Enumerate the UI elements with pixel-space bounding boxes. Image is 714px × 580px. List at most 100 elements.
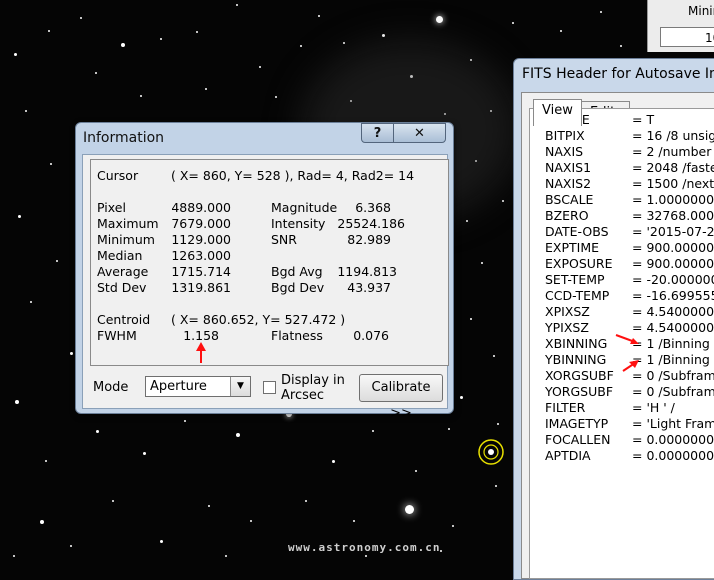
star: [56, 260, 58, 262]
star: [250, 520, 252, 522]
star: [620, 45, 622, 47]
std-dev-label: Std Dev: [97, 280, 147, 295]
fits-key: BITPIX: [545, 128, 585, 143]
star: [332, 460, 335, 463]
fits-key: XORGSUBF: [545, 368, 614, 383]
star: [160, 38, 162, 40]
fits-value: = 1500 /next: [632, 176, 714, 191]
star: [600, 11, 602, 13]
star: [365, 555, 367, 557]
fits-value: = 4.54000000: [632, 304, 714, 319]
star: [405, 505, 414, 514]
fits-value: = 4.54000000: [632, 320, 714, 335]
minimum-label: Minir: [688, 4, 714, 18]
fits-key: NAXIS2: [545, 176, 592, 191]
star: [48, 30, 50, 32]
star: [382, 34, 385, 37]
fits-key: YPIXSZ: [545, 320, 589, 335]
star: [495, 485, 497, 487]
star: [343, 42, 345, 44]
star: [80, 17, 82, 19]
close-button[interactable]: ✕: [393, 123, 446, 143]
star: [121, 43, 125, 47]
fits-value: = 900.000000: [632, 240, 714, 255]
close-icon: ✕: [414, 126, 425, 141]
flatness-value: 0.076: [353, 328, 389, 343]
star: [353, 520, 355, 522]
fits-window-title: FITS Header for Autosave Ima: [522, 66, 714, 82]
star: [140, 95, 142, 97]
star: [208, 505, 210, 507]
intensity-label: Intensity: [271, 216, 326, 231]
help-button[interactable]: ?: [361, 123, 394, 143]
fits-value: = 0.00000000: [632, 432, 714, 447]
star: [13, 555, 15, 557]
star: [45, 460, 47, 462]
star: [436, 16, 443, 23]
fits-key: NAXIS: [545, 144, 584, 159]
median-label: Median: [97, 248, 143, 263]
star: [300, 45, 302, 47]
snr-value: 82.989: [347, 232, 391, 247]
star: [25, 110, 27, 112]
star: [512, 22, 514, 24]
star: [372, 430, 374, 432]
star: [196, 31, 198, 33]
star: [470, 318, 472, 320]
average-label: Average: [97, 264, 149, 279]
arcsec-label-line1: Display in: [281, 373, 345, 388]
star: [143, 452, 146, 455]
minimum-input[interactable]: 10: [660, 27, 714, 47]
fits-value: = 0 /Subfram: [632, 384, 714, 399]
mode-select[interactable]: Aperture ▼: [145, 376, 251, 397]
star: [448, 428, 450, 430]
tab-view[interactable]: View: [533, 99, 582, 126]
star: [30, 301, 32, 303]
star: [560, 30, 562, 32]
mode-label: Mode: [93, 380, 129, 395]
measurement-panel: Cursor ( X= 860, Y= 528 ), Rad= 4, Rad2=…: [90, 159, 449, 366]
calibrate-button[interactable]: Calibrate >>: [359, 374, 443, 421]
chevron-down-icon[interactable]: ▼: [230, 377, 250, 396]
fits-value: = -16.699555: [632, 288, 714, 303]
fits-value: = 16 /8 unsig: [632, 128, 714, 143]
red-arrow-icon: [615, 334, 639, 372]
snr-label: SNR: [271, 232, 297, 247]
std-dev-value: 1319.861: [171, 280, 231, 295]
magnitude-value: 6.368: [355, 200, 391, 215]
fits-value: = 0.00000000: [632, 448, 714, 463]
fits-key: DATE-OBS: [545, 224, 609, 239]
star: [40, 520, 44, 524]
fits-value: = 1 /Binning: [632, 352, 710, 367]
fits-header-window: FITS Header for Autosave Ima View Edit S…: [513, 58, 714, 580]
bgd-dev-label: Bgd Dev: [271, 280, 325, 295]
star: [96, 430, 99, 433]
fits-key: FILTER: [545, 400, 586, 415]
star: [305, 500, 307, 502]
fits-value: = 'Light Fram: [632, 416, 714, 431]
minimum-stat-value: 1129.000: [171, 232, 231, 247]
fits-value: = 2048 /faste: [632, 160, 714, 175]
watermark: www.astronomy.com.cn: [288, 541, 441, 554]
star: [460, 396, 463, 399]
cursor-value: ( X= 860, Y= 528 ), Rad= 4, Rad2= 14: [171, 168, 415, 183]
star: [497, 423, 499, 425]
star: [14, 53, 17, 56]
fits-key: IMAGETYP: [545, 416, 609, 431]
fits-key: CCD-TEMP: [545, 288, 610, 303]
magnitude-label: Magnitude: [271, 200, 338, 215]
fits-value: = T: [632, 112, 655, 127]
median-value: 1263.000: [171, 248, 231, 263]
star: [502, 200, 504, 202]
star: [452, 525, 454, 527]
fits-key: FOCALLEN: [545, 432, 611, 447]
dialog-title: Information: [83, 130, 165, 146]
arcsec-checkbox[interactable]: [263, 381, 276, 394]
fits-key: EXPTIME: [545, 240, 600, 255]
fits-value: = 0 /Subfram: [632, 368, 714, 383]
star: [225, 555, 227, 557]
fits-key: NAXIS1: [545, 160, 592, 175]
fits-value: = '2015-07-2: [632, 224, 714, 239]
average-value: 1715.714: [171, 264, 231, 279]
star: [15, 400, 19, 404]
